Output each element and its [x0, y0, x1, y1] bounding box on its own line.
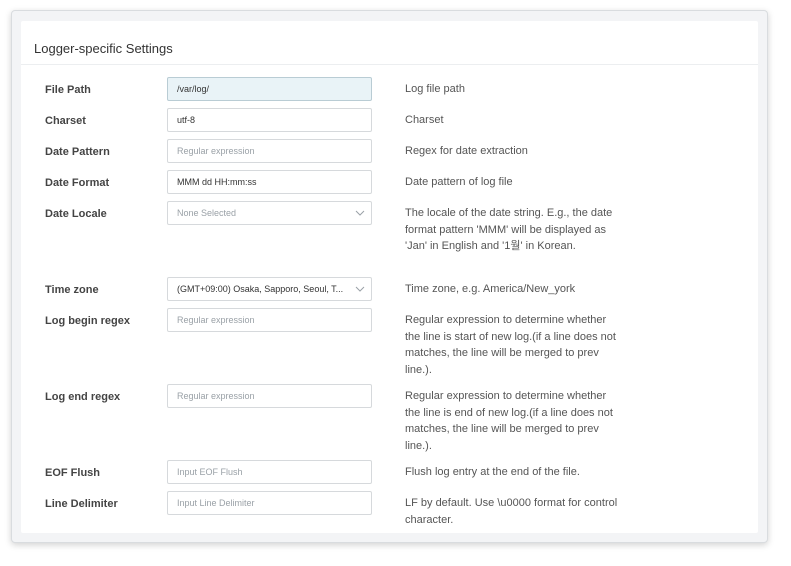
date-pattern-input[interactable]: Regular expression	[167, 139, 372, 163]
file-path-input[interactable]: /var/log/	[167, 77, 372, 101]
chevron-down-icon	[355, 286, 365, 292]
line-delimiter-label: Line Delimiter	[45, 498, 118, 510]
log-end-regex-label: Log end regex	[45, 391, 121, 403]
time-zone-label: Time zone	[45, 284, 99, 296]
time-zone-select[interactable]: (GMT+09:00) Osaka, Sapporo, Seoul, T...	[167, 277, 372, 301]
date-format-description: Date pattern of log file	[405, 176, 513, 188]
file-path-description: Log file path	[405, 83, 465, 95]
date-pattern-label: Date Pattern	[45, 146, 110, 158]
date-format-label: Date Format	[45, 177, 110, 189]
chevron-down-icon	[355, 210, 365, 216]
charset-label: Charset	[45, 115, 86, 127]
file-path-label: File Path	[45, 84, 91, 96]
date-locale-label: Date Locale	[45, 208, 107, 220]
line-delimiter-input[interactable]: Input Line Delimiter	[167, 491, 372, 515]
charset-description: Charset	[405, 114, 444, 126]
log-begin-regex-label: Log begin regex	[45, 315, 130, 327]
date-format-input[interactable]: MMM dd HH:mm:ss	[167, 170, 372, 194]
eof-flush-input[interactable]: Input EOF Flush	[167, 460, 372, 484]
log-end-regex-input[interactable]: Regular expression	[167, 384, 372, 408]
logger-settings-panel: Logger-specific Settings File Path /var/…	[21, 21, 758, 533]
eof-flush-description: Flush log entry at the end of the file.	[405, 466, 580, 478]
charset-input[interactable]: utf-8	[167, 108, 372, 132]
panel-divider	[21, 64, 758, 65]
eof-flush-label: EOF Flush	[45, 467, 100, 479]
date-locale-select[interactable]: None Selected	[167, 201, 372, 225]
line-delimiter-description: LF by default. Use \u0000 format for con…	[405, 497, 618, 526]
date-locale-description: The locale of the date string. E.g., the…	[405, 207, 613, 252]
panel-title: Logger-specific Settings	[34, 41, 173, 56]
log-begin-regex-description: Regular expression to determine whether …	[405, 314, 616, 376]
time-zone-description: Time zone, e.g. America/New_york	[405, 283, 576, 295]
log-begin-regex-input[interactable]: Regular expression	[167, 308, 372, 332]
date-pattern-description: Regex for date extraction	[405, 145, 528, 157]
settings-card: Logger-specific Settings File Path /var/…	[11, 10, 768, 543]
log-end-regex-description: Regular expression to determine whether …	[405, 390, 613, 452]
